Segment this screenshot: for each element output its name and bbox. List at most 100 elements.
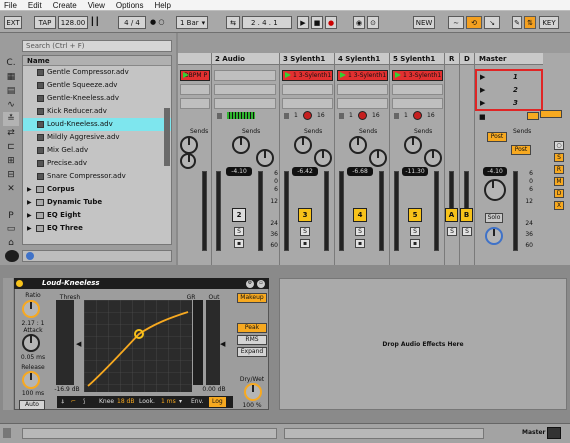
track-header[interactable]: 4 Sylenth1 bbox=[335, 53, 389, 65]
empty-clip-slot[interactable] bbox=[337, 84, 388, 95]
threshold-slider[interactable] bbox=[56, 300, 74, 385]
post-button[interactable]: Post bbox=[511, 145, 531, 155]
sidechain-icon[interactable]: ⍋ bbox=[61, 396, 65, 408]
tempo-field[interactable]: 128.00 bbox=[58, 16, 88, 29]
preview-bar[interactable] bbox=[22, 250, 172, 262]
empty-clip-slot[interactable] bbox=[214, 84, 276, 95]
browser-file-item[interactable]: Loud-Kneeless.adv bbox=[23, 118, 171, 131]
stop-clip-icon[interactable] bbox=[339, 113, 344, 119]
empty-clip-slot[interactable] bbox=[282, 84, 333, 95]
curve-icon[interactable]: ⌐ bbox=[71, 396, 76, 408]
quantization-select[interactable]: 1 Bar ▾ bbox=[176, 16, 208, 29]
new-button[interactable]: NEW bbox=[413, 16, 435, 29]
solo-button[interactable]: S bbox=[410, 227, 420, 236]
send-b-knob[interactable] bbox=[424, 149, 442, 167]
peak-button[interactable]: Peak bbox=[237, 323, 267, 333]
browser-folder-item[interactable]: ▶ Dynamic Tube bbox=[23, 196, 171, 209]
track-activator[interactable]: 4 bbox=[353, 208, 367, 222]
empty-clip-slot[interactable] bbox=[392, 98, 443, 109]
master-volume-knob[interactable] bbox=[484, 179, 506, 201]
log-button[interactable]: Log bbox=[209, 397, 226, 407]
track-header[interactable]: 3 Sylenth1 bbox=[280, 53, 334, 65]
arm-icon[interactable]: ▪ bbox=[234, 239, 244, 248]
loop-record-icon[interactable]: ◉ bbox=[353, 16, 365, 29]
stop-all-clips-icon[interactable]: ■ bbox=[479, 113, 486, 121]
return-activator[interactable]: A bbox=[445, 208, 458, 222]
device-save-icon[interactable]: ▫ bbox=[257, 280, 265, 288]
track-activator[interactable]: 3 bbox=[298, 208, 312, 222]
threshold-arrow-icon[interactable]: ◀ bbox=[76, 340, 81, 348]
ratio-value[interactable]: 2.17 : 1 bbox=[14, 320, 52, 327]
post-button[interactable]: Post bbox=[487, 132, 507, 142]
solo-button[interactable]: S bbox=[355, 227, 365, 236]
browser-folder-item[interactable]: ▶ Corpus bbox=[23, 183, 171, 196]
empty-clip-slot[interactable] bbox=[392, 84, 443, 95]
volume-display[interactable]: -6.68 bbox=[347, 167, 373, 176]
solo-button[interactable]: S bbox=[234, 227, 244, 236]
chevron-down-icon[interactable]: ▾ bbox=[179, 396, 182, 408]
browser-folder-item[interactable]: ▶ EQ Eight bbox=[23, 209, 171, 222]
volume-display[interactable]: -4.10 bbox=[226, 167, 252, 176]
arm-icon[interactable]: ▪ bbox=[410, 239, 420, 248]
send-a-knob[interactable] bbox=[232, 136, 250, 154]
stop-clip-icon[interactable] bbox=[217, 113, 222, 119]
show-crossfader-icon[interactable]: X bbox=[554, 201, 564, 210]
return-header[interactable]: D bbox=[460, 53, 474, 65]
browser-file-item[interactable]: Snare Compressor.adv bbox=[23, 170, 171, 183]
crossfade-icon[interactable] bbox=[527, 112, 539, 120]
collision-icon[interactable]: ⟆ bbox=[83, 396, 85, 408]
midi-map-icon[interactable]: ⇅ bbox=[524, 16, 536, 29]
send-b-knob[interactable] bbox=[180, 153, 196, 169]
arm-record-icon[interactable] bbox=[303, 111, 312, 120]
knee-value[interactable]: 18 dB bbox=[117, 396, 134, 408]
punch-icon[interactable]: ↘ bbox=[484, 16, 500, 29]
empty-clip-slot[interactable] bbox=[282, 98, 333, 109]
chevron-right-icon[interactable]: ▶ bbox=[27, 196, 32, 209]
volume-display[interactable]: -6.42 bbox=[292, 167, 318, 176]
show-delay-icon[interactable]: D bbox=[554, 189, 564, 198]
arm-icon[interactable]: ▪ bbox=[300, 239, 310, 248]
master-play-icon[interactable] bbox=[540, 110, 562, 118]
track-activator[interactable]: 5 bbox=[408, 208, 422, 222]
auto-release-button[interactable]: Auto bbox=[19, 400, 45, 410]
ext-sync-button[interactable]: EXT bbox=[4, 16, 22, 29]
look-value[interactable]: 1 ms bbox=[161, 396, 176, 408]
user-library-icon[interactable]: ⌂ bbox=[3, 236, 19, 250]
send-a-knob[interactable] bbox=[294, 136, 312, 154]
device-settings-icon[interactable]: ⚙ bbox=[246, 280, 254, 288]
scene-launch-icon[interactable]: ▶ bbox=[480, 73, 485, 81]
send-b-knob[interactable] bbox=[314, 149, 332, 167]
solo-cue-button[interactable]: Solo bbox=[485, 213, 503, 223]
show-io-icon[interactable]: ○ bbox=[554, 141, 564, 150]
track-activator[interactable]: 2 bbox=[232, 208, 246, 222]
info-toggle-icon[interactable] bbox=[3, 428, 11, 438]
attack-value[interactable]: 0.05 ms bbox=[14, 354, 52, 361]
drywet-knob[interactable] bbox=[244, 383, 262, 401]
scene-1[interactable]: 1 bbox=[513, 73, 518, 81]
scene-launch-icon[interactable]: ▶ bbox=[480, 86, 485, 94]
track-header[interactable]: 2 Audio bbox=[212, 53, 279, 65]
clip-slot[interactable]: 1 3-Sylenth1 bbox=[282, 70, 333, 81]
tap-tempo-button[interactable]: TAP bbox=[34, 16, 56, 29]
empty-clip-slot[interactable] bbox=[214, 98, 276, 109]
midi-effects-icon[interactable]: ⇄ bbox=[3, 126, 19, 140]
device-drop-area[interactable]: Drop Audio Effects Here bbox=[279, 278, 567, 410]
scene-launch-icon[interactable]: ▶ bbox=[480, 99, 485, 107]
menu-edit[interactable]: Edit bbox=[28, 1, 42, 10]
chevron-right-icon[interactable]: ▶ bbox=[27, 183, 32, 196]
draw-mode-icon[interactable]: ✎ bbox=[512, 16, 522, 29]
clip-slot[interactable]: 1 3-Sylenth1 bbox=[392, 70, 443, 81]
rms-button[interactable]: RMS bbox=[237, 335, 267, 345]
send-a-knob[interactable] bbox=[349, 136, 367, 154]
browser-file-item[interactable]: Mildly Aggresive.adv bbox=[23, 131, 171, 144]
scene-2[interactable]: 2 bbox=[513, 86, 518, 94]
output-slider[interactable] bbox=[206, 300, 220, 385]
play-icon[interactable]: ▶ bbox=[297, 16, 309, 29]
menu-create[interactable]: Create bbox=[53, 1, 77, 10]
ratio-knob[interactable] bbox=[22, 300, 40, 318]
loop-switch-icon[interactable]: ⟲ bbox=[466, 16, 482, 29]
samples-icon[interactable]: ∿ bbox=[3, 98, 19, 112]
arm-record-icon[interactable] bbox=[413, 111, 422, 120]
arm-icon[interactable]: ⊙ bbox=[367, 16, 379, 29]
attack-knob[interactable] bbox=[22, 334, 40, 352]
